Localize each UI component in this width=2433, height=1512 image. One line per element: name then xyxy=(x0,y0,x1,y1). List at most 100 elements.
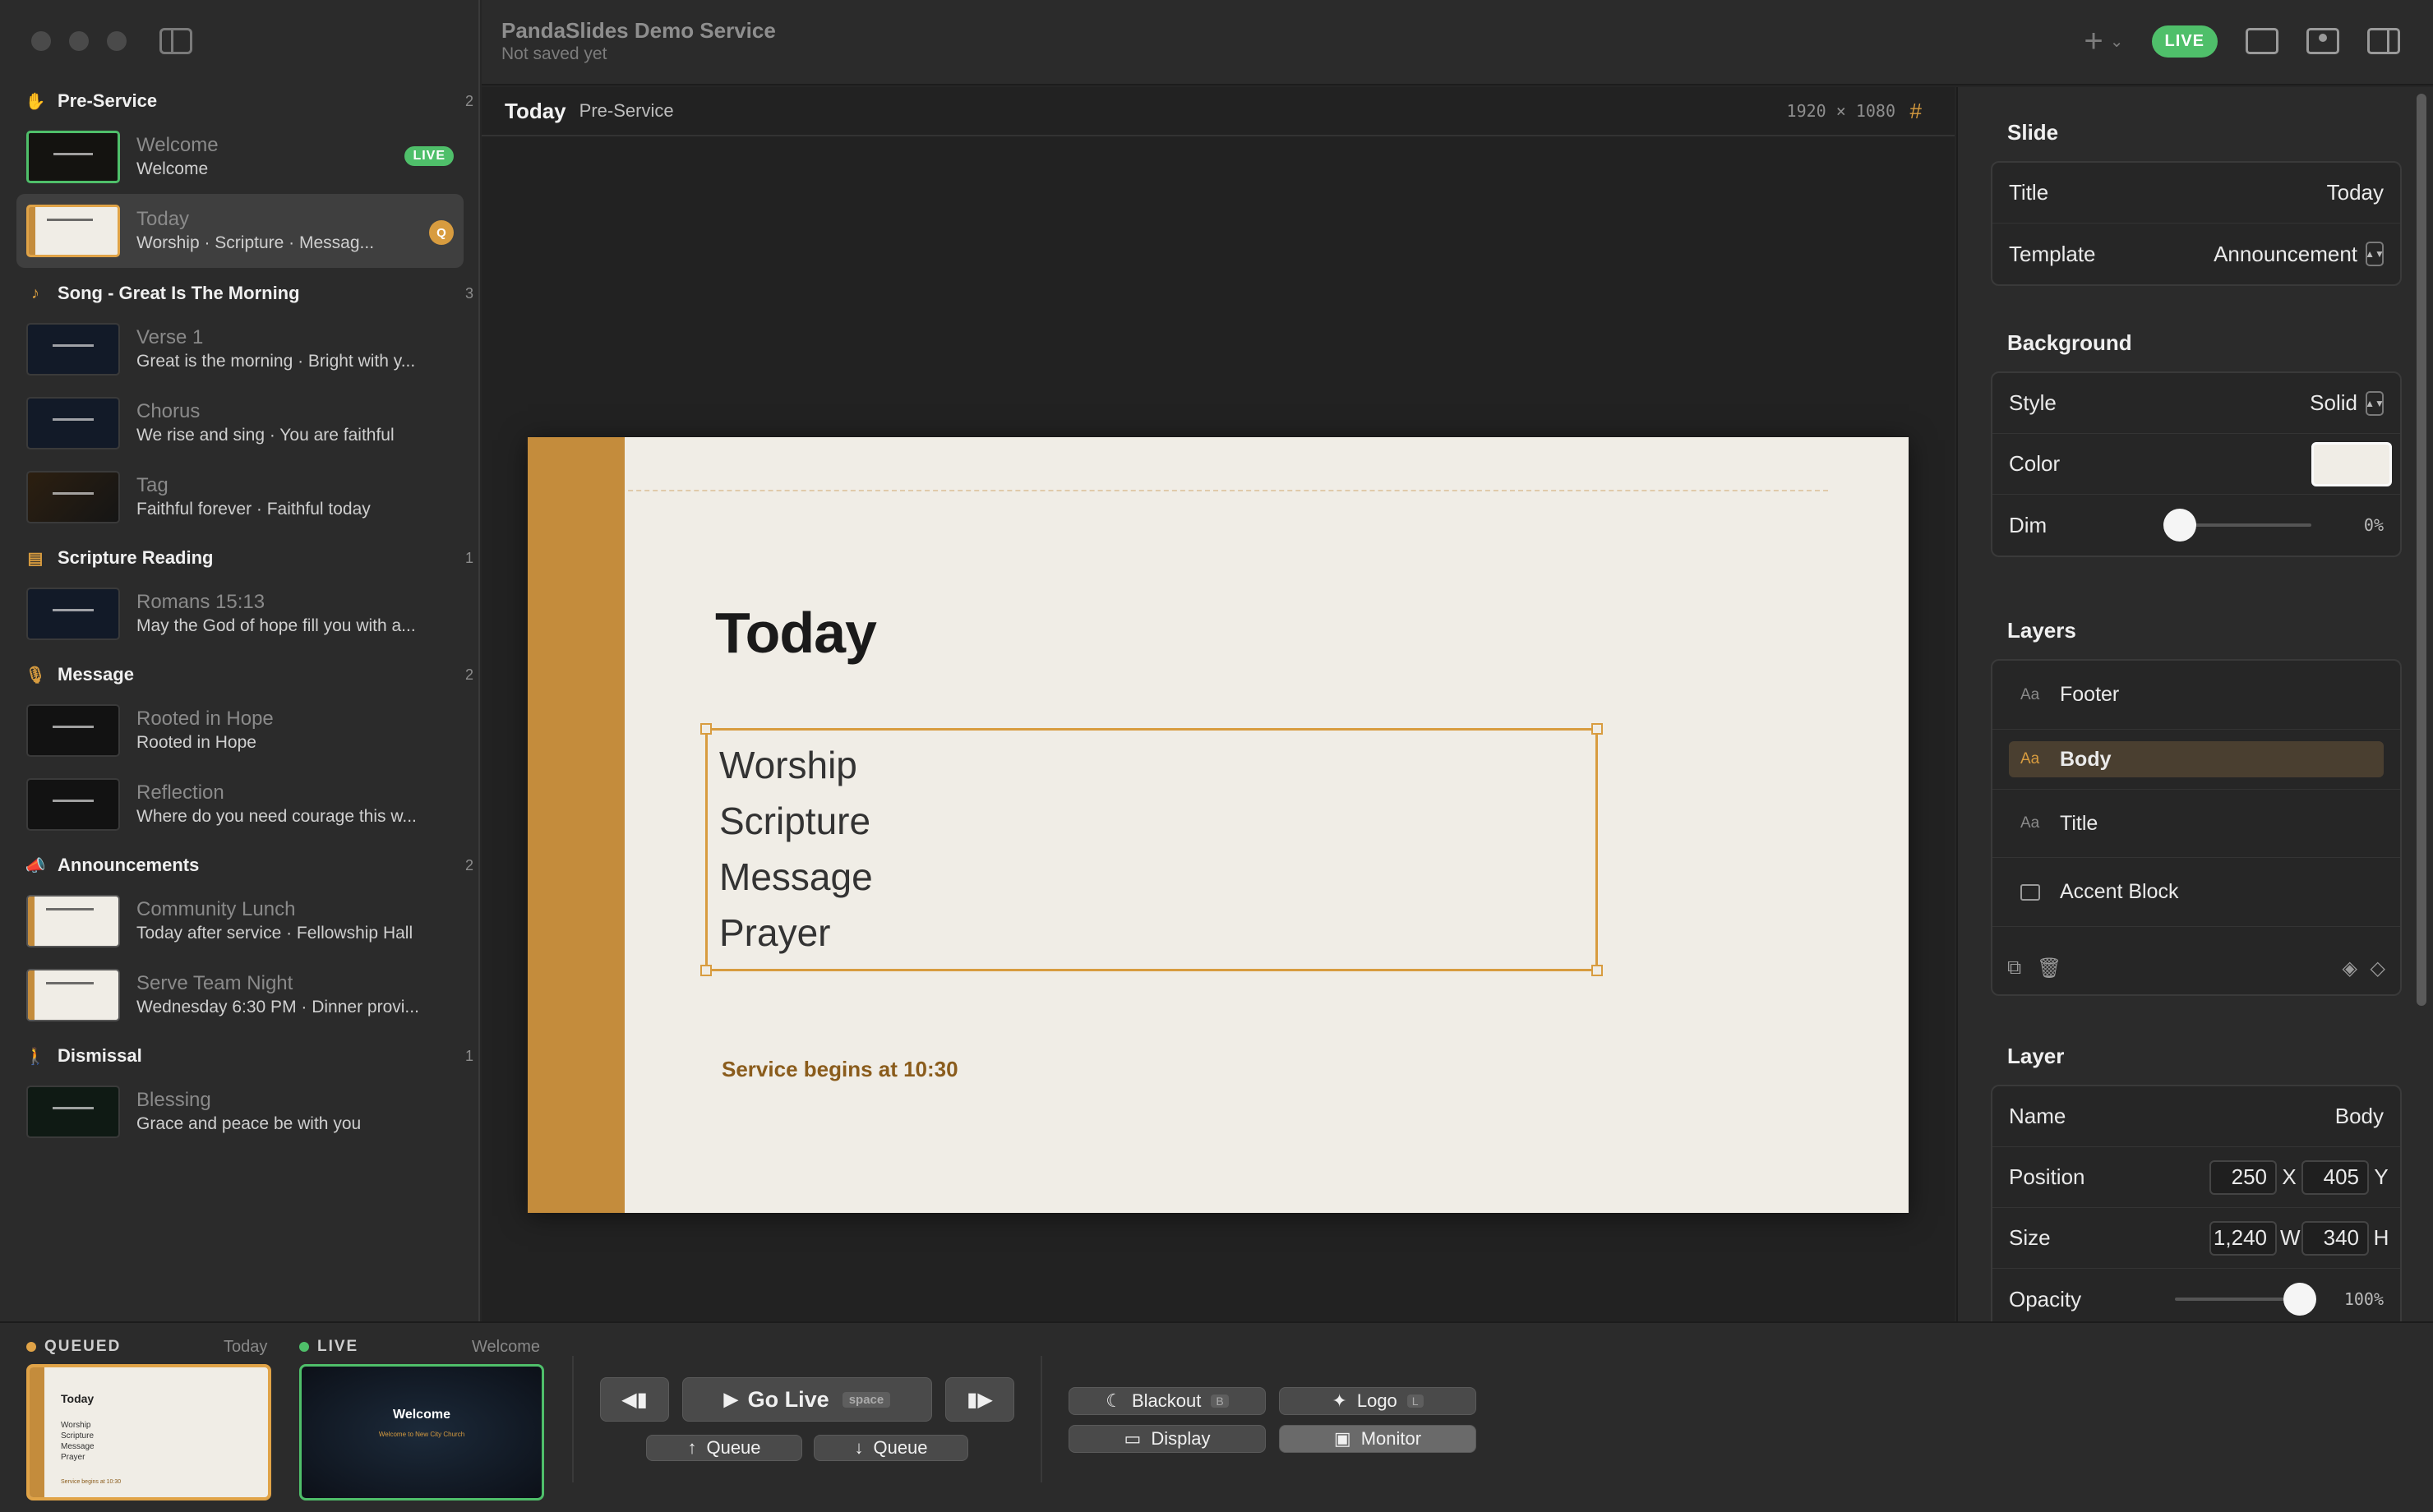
size-label: Size xyxy=(2009,1225,2051,1250)
logo-label: Logo xyxy=(1356,1390,1397,1411)
queued-preview-line: Scripture xyxy=(61,1431,95,1441)
queued-preview-line: Prayer xyxy=(61,1453,85,1462)
logo-button[interactable]: ✦ Logo L xyxy=(1279,1387,1476,1415)
blackout-button[interactable]: ☾ Blackout B xyxy=(1069,1387,1266,1415)
resize-handle[interactable] xyxy=(1591,723,1603,735)
template-value[interactable]: Announcement xyxy=(2214,242,2357,267)
grid-icon[interactable]: # xyxy=(1910,99,1922,124)
slide-item-community-lunch[interactable]: Community Lunch Today after service · Fe… xyxy=(0,884,480,958)
layer-row-accent-block[interactable]: Accent Block xyxy=(1992,858,2400,927)
section-count: 2 xyxy=(464,856,473,874)
stepper-icon[interactable]: ▲▼ xyxy=(2365,242,2385,266)
minimize-window-button[interactable] xyxy=(69,31,89,51)
display-button[interactable]: ▭ Display xyxy=(1069,1425,1266,1453)
resize-handle[interactable] xyxy=(700,965,712,976)
position-x-field[interactable]: 250 xyxy=(2209,1159,2277,1195)
slide-item-rooted-in-hope[interactable]: Rooted in Hope Rooted in Hope xyxy=(0,694,480,768)
background-heading: Background xyxy=(2007,330,2132,355)
queued-preview-line: Worship xyxy=(61,1421,91,1430)
section-header-message[interactable]: 🎙 Message 2 xyxy=(0,656,480,694)
resize-handle[interactable] xyxy=(700,723,712,735)
resize-handle[interactable] xyxy=(1591,965,1603,976)
opacity-slider-knob[interactable] xyxy=(2283,1283,2316,1316)
live-status-pill[interactable]: LIVE xyxy=(2151,25,2218,58)
duplicate-icon[interactable]: ⧉ xyxy=(2007,957,2021,980)
slide-item-serve-team-night[interactable]: Serve Team Night Wednesday 6:30 PM · Din… xyxy=(0,958,480,1032)
close-window-button[interactable] xyxy=(31,31,51,51)
go-live-button[interactable]: ▶ Go Live space xyxy=(682,1377,932,1422)
title-row[interactable]: Title Today xyxy=(1992,163,2400,224)
queued-preview[interactable]: Today Worship Scripture Message Prayer S… xyxy=(26,1364,271,1500)
dim-value: 0% xyxy=(2363,515,2384,535)
inspector-toggle-icon[interactable] xyxy=(2367,28,2400,54)
monitor-person-icon[interactable] xyxy=(2306,28,2339,54)
sidebar-toggle-icon[interactable] xyxy=(159,28,192,54)
opacity-label: Opacity xyxy=(2009,1286,2082,1311)
layer-row-title[interactable]: Aa Title xyxy=(1992,789,2400,858)
slide-item-welcome[interactable]: Welcome Welcome LIVE xyxy=(0,120,480,194)
slide-item-verse-1[interactable]: Verse 1 Great is the morning · Bright wi… xyxy=(0,312,480,386)
zoom-window-button[interactable] xyxy=(107,31,127,51)
next-slide-button[interactable]: ▮▶ xyxy=(945,1377,1014,1422)
slide-canvas[interactable]: Today Worship Scripture Message Prayer S… xyxy=(528,437,1909,1213)
size-height-field[interactable]: 340 xyxy=(2301,1220,2369,1256)
monitor-button[interactable]: ▣ Monitor xyxy=(1279,1425,1476,1453)
slide-item-reflection[interactable]: Reflection Where do you need courage thi… xyxy=(0,768,480,841)
previous-slide-button[interactable]: ◀▮ xyxy=(600,1377,669,1422)
divider xyxy=(1041,1356,1042,1482)
live-label: LIVE xyxy=(299,1338,358,1356)
template-row[interactable]: Template Announcement ▲▼ xyxy=(1992,224,2400,284)
size-width-field[interactable]: 1,240 xyxy=(2209,1220,2277,1256)
name-value[interactable]: Body xyxy=(2335,1104,2384,1129)
slide-body-textbox[interactable]: Worship Scripture Message Prayer xyxy=(700,723,1603,976)
opacity-row[interactable]: Opacity 100% xyxy=(1992,1269,2400,1321)
text-aa-icon: Aa xyxy=(2020,814,2040,832)
dim-row[interactable]: Dim 0% xyxy=(1992,495,2400,555)
queued-preview-line: Message xyxy=(61,1442,95,1451)
color-row[interactable]: Color xyxy=(1992,434,2400,495)
style-value[interactable]: Solid xyxy=(2310,390,2357,416)
slide-footer-text[interactable]: Service begins at 10:30 xyxy=(722,1057,958,1082)
section-header-song[interactable]: ♪ Song - Great Is The Morning 3 xyxy=(0,274,480,312)
stepper-icon[interactable]: ▲▼ xyxy=(2365,390,2385,416)
background-color-swatch[interactable] xyxy=(2311,441,2392,486)
slide-item-blessing[interactable]: Blessing Grace and peace be with you xyxy=(0,1075,480,1149)
style-row[interactable]: Style Solid ▲▼ xyxy=(1992,373,2400,434)
add-icon[interactable]: + xyxy=(2084,25,2103,58)
slide-thumbnail xyxy=(26,778,120,831)
layer-row-footer[interactable]: Aa Footer xyxy=(1992,661,2400,730)
live-preview[interactable]: Welcome Welcome to New City Church xyxy=(299,1364,544,1500)
breadcrumb[interactable]: Pre-Service xyxy=(579,100,674,122)
section-header-pre-service[interactable]: ✋ Pre-Service 2 xyxy=(0,82,480,120)
slide-item-chorus[interactable]: Chorus We rise and sing · You are faithf… xyxy=(0,386,480,460)
arrow-up-icon: ↑ xyxy=(687,1437,697,1458)
dim-slider-knob[interactable] xyxy=(2163,509,2196,542)
slide-item-romans[interactable]: Romans 15:13 May the God of hope fill yo… xyxy=(0,577,480,651)
inspector-scrollbar[interactable] xyxy=(2417,94,2426,1006)
chevron-down-icon[interactable]: ⌄ xyxy=(2110,31,2124,52)
section-header-dismissal[interactable]: 🚶 Dismissal 1 xyxy=(0,1037,480,1075)
slide-thumbnail xyxy=(26,1086,120,1138)
moon-icon: ☾ xyxy=(1106,1390,1122,1411)
resolution-label: 1920 × 1080 xyxy=(1786,101,1895,121)
slide-item-title: Chorus xyxy=(136,400,201,422)
section-name: Announcements xyxy=(58,855,200,875)
trash-icon[interactable]: 🗑 xyxy=(2037,957,2061,980)
send-backward-icon[interactable]: ◇ xyxy=(2371,957,2385,980)
position-y-field[interactable]: 405 xyxy=(2301,1159,2369,1195)
section-header-announcements[interactable]: 📣 Announcements 2 xyxy=(0,846,480,884)
slide-title-text[interactable]: Today xyxy=(715,600,877,666)
section-header-scripture-reading[interactable]: ▤ Scripture Reading 1 xyxy=(0,539,480,577)
layer-name-row[interactable]: Name Body xyxy=(1992,1086,2400,1147)
layer-row-body[interactable]: Aa Body xyxy=(2009,741,2384,777)
display-icon[interactable] xyxy=(2246,28,2278,54)
queue-down-button[interactable]: ↓ Queue xyxy=(814,1435,968,1461)
slide-item-today[interactable]: Today Worship · Scripture · Messag... Q xyxy=(16,194,464,268)
bring-forward-icon[interactable]: ◈ xyxy=(2343,957,2357,980)
queue-up-button[interactable]: ↑ Queue xyxy=(646,1435,802,1461)
x-unit: X xyxy=(2282,1164,2297,1189)
opacity-slider[interactable] xyxy=(2175,1283,2316,1316)
title-value[interactable]: Today xyxy=(2327,180,2384,205)
slide-item-tag[interactable]: Tag Faithful forever · Faithful today xyxy=(0,460,480,534)
dim-slider[interactable] xyxy=(2163,509,2311,542)
